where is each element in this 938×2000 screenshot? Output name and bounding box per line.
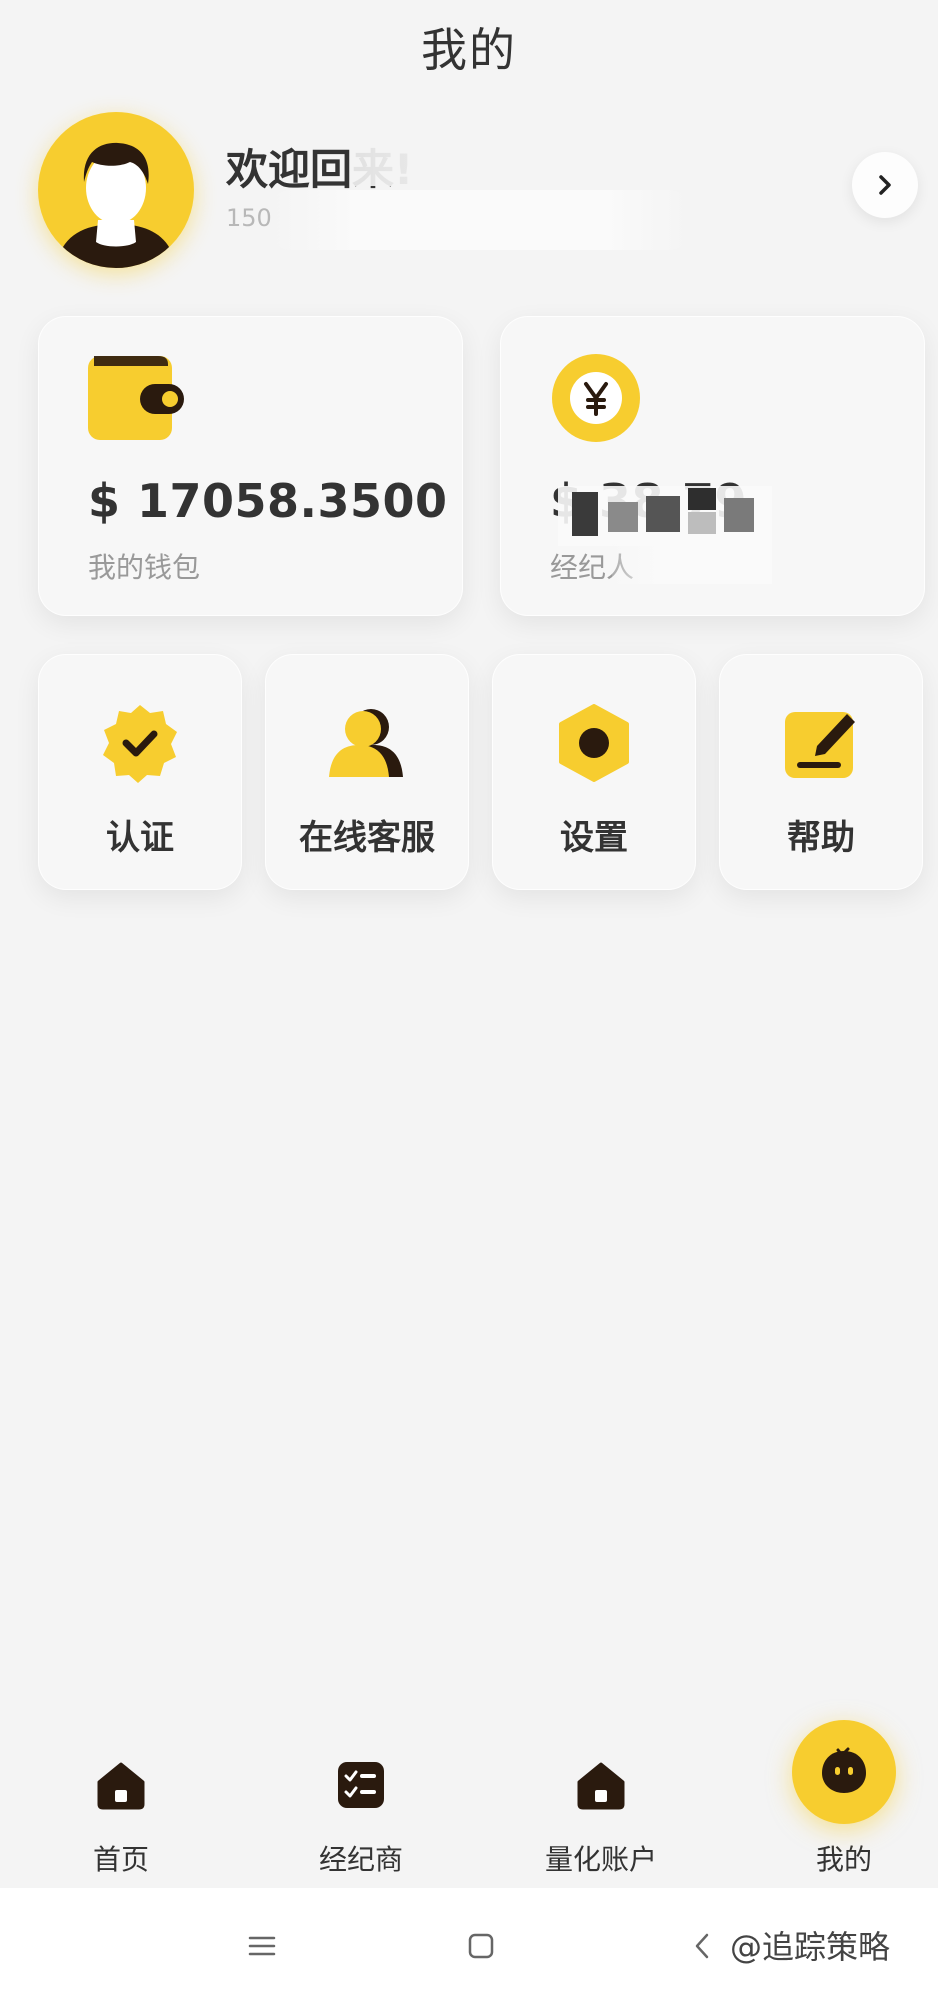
yen-coin-icon: [550, 352, 642, 448]
avatar[interactable]: [38, 112, 194, 268]
chevron-right-icon: [879, 175, 891, 195]
help-label: 帮助: [787, 818, 855, 858]
tab-mine-label: 我的: [815, 1843, 872, 1876]
wallet-label: 我的钱包: [88, 551, 201, 584]
menu-button[interactable]: [240, 1924, 284, 1968]
blur-mask: [350, 130, 670, 186]
tab-home[interactable]: 首页: [4, 1710, 238, 1890]
bottom-tab-bar: 首页 经纪商 量化账户 我的: [0, 1710, 938, 1890]
customer-service-icon: [265, 698, 469, 788]
wallet-icon: [88, 352, 188, 448]
page-title: 我的: [421, 23, 517, 77]
settings-button[interactable]: 设置: [492, 654, 696, 890]
wallet-card[interactable]: $ 17058.3500 我的钱包: [38, 316, 463, 616]
wallet-balance: $ 17058.3500: [88, 474, 448, 528]
blur-mask: [612, 544, 772, 584]
tab-home-label: 首页: [92, 1843, 149, 1876]
hamburger-menu-icon: [248, 1936, 276, 1956]
system-nav-bar: @追踪策略: [0, 1888, 938, 2000]
checklist-icon: [244, 1760, 478, 1824]
back-button[interactable]: [680, 1924, 724, 1968]
help-button[interactable]: 帮助: [719, 654, 923, 890]
mascot-face-icon: [822, 1747, 866, 1793]
blur-mask: [270, 190, 690, 250]
settings-label: 设置: [560, 818, 628, 858]
blur-mask: [558, 486, 772, 546]
home-icon: [484, 1760, 718, 1824]
tab-quant-account[interactable]: 量化账户: [484, 1710, 718, 1890]
help-edit-icon: [719, 698, 923, 788]
profile-arrow-button[interactable]: [852, 152, 918, 218]
broker-card[interactable]: $ 38.79 经纪人: [500, 316, 925, 616]
tab-broker-label: 经纪商: [318, 1843, 403, 1876]
home-icon: [4, 1760, 238, 1824]
customer-service-button[interactable]: 在线客服: [265, 654, 469, 890]
home-button[interactable]: [459, 1924, 503, 1968]
verify-button[interactable]: 认证: [38, 654, 242, 890]
settings-hexagon-icon: [492, 698, 696, 788]
chevron-left-icon: [695, 1933, 709, 1959]
user-avatar-icon: [56, 142, 176, 268]
square-home-icon: [468, 1933, 494, 1959]
tab-mine-active-bubble[interactable]: [792, 1720, 896, 1824]
phone-number: 150: [226, 204, 272, 232]
verify-label: 认证: [106, 818, 174, 858]
tab-broker[interactable]: 经纪商: [244, 1710, 478, 1890]
tab-quant-account-label: 量化账户: [544, 1843, 657, 1876]
verified-badge-icon: [38, 698, 242, 788]
customer-service-label: 在线客服: [299, 818, 435, 858]
watermark-text: @追踪策略: [730, 1928, 891, 1966]
